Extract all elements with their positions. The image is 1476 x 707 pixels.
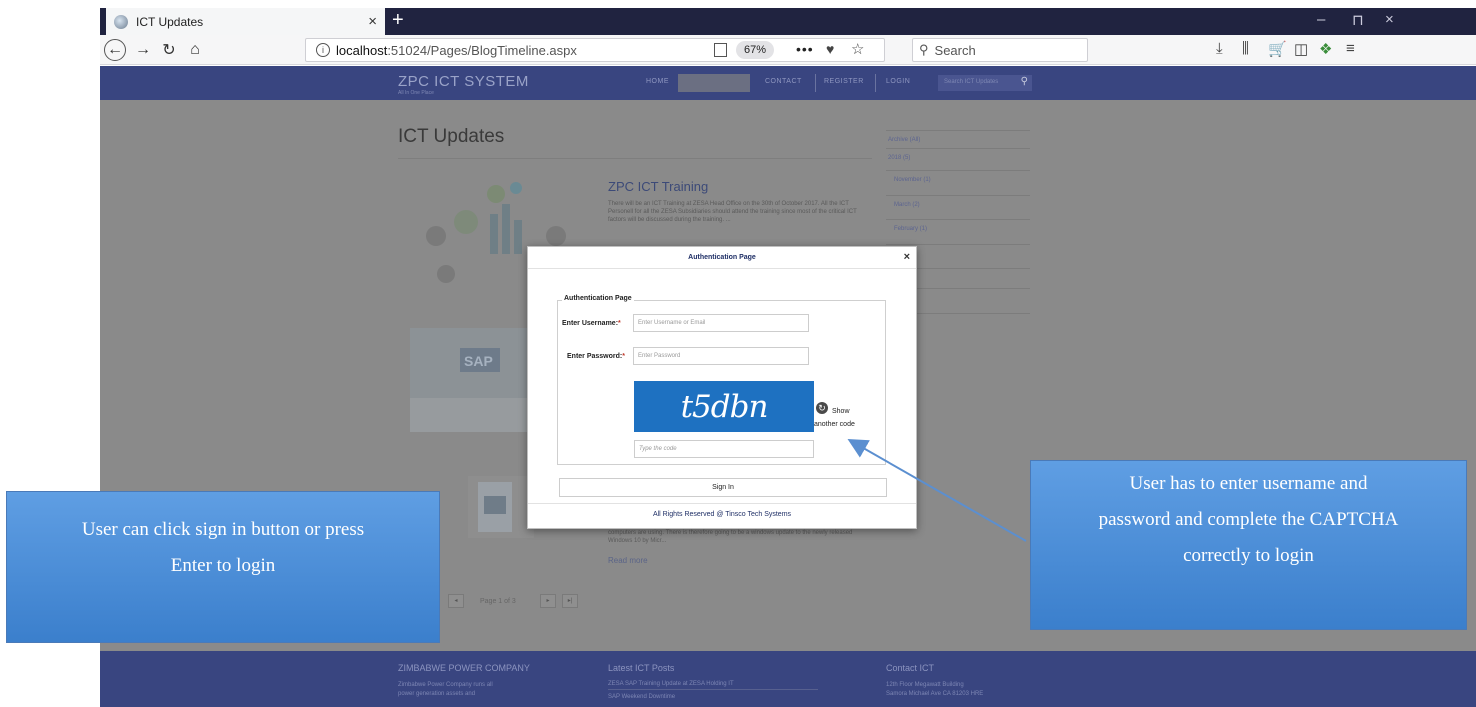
callout-line: correctly to login xyxy=(1183,545,1314,566)
callout-line: Enter to login xyxy=(170,555,276,576)
callout-credentials-hint: User has to enter username and password … xyxy=(1030,460,1467,630)
callout-line: password and complete the CAPTCHA xyxy=(1098,509,1399,530)
callout-sign-in-hint: User can click sign in button or press E… xyxy=(6,491,440,643)
callout-line: User can click sign in button or press xyxy=(81,519,365,540)
callout-line: User has to enter username and xyxy=(1129,473,1368,494)
arrow-line xyxy=(847,439,1027,542)
